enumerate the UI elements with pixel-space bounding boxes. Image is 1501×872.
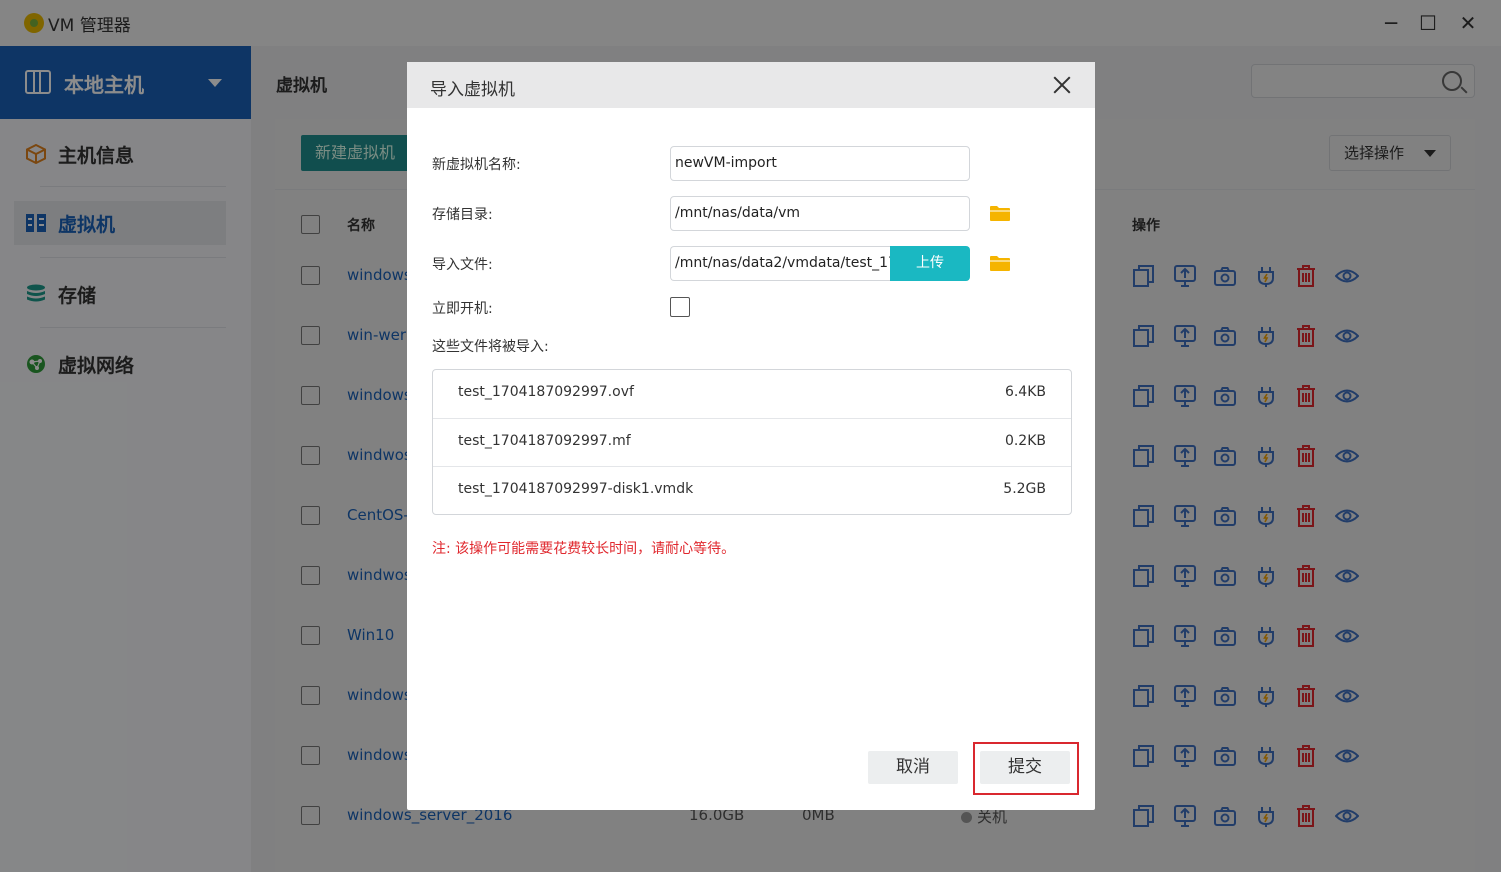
vm-name-input[interactable]: newVM-import [670, 146, 970, 181]
list-item: test_1704187092997.ovf 6.4KB [433, 370, 1071, 418]
warning-note: 注: 该操作可能需要花费较长时间，请耐心等待。 [432, 541, 736, 557]
file-size: 0.2KB [1004, 433, 1046, 449]
autostart-checkbox[interactable] [670, 297, 690, 317]
vm-name-label: 新虚拟机名称: [432, 157, 521, 173]
list-item: test_1704187092997.mf 0.2KB [433, 418, 1071, 466]
autostart-label: 立即开机: [432, 301, 493, 317]
folder-icon[interactable] [990, 256, 1010, 271]
file-name: test_1704187092997.ovf [458, 384, 634, 400]
dialog-title: 导入虚拟机 [430, 80, 515, 100]
close-icon[interactable] [1051, 74, 1073, 96]
storage-dir-input[interactable]: /mnt/nas/data/vm [670, 196, 970, 231]
folder-icon[interactable] [990, 206, 1010, 221]
import-vm-dialog: 导入虚拟机 新虚拟机名称: newVM-import 存储目录: /mnt/na… [407, 62, 1095, 810]
files-to-import-label: 这些文件将被导入: [432, 339, 549, 355]
dialog-header: 导入虚拟机 [407, 62, 1095, 108]
file-name: test_1704187092997.mf [458, 433, 631, 449]
file-name: test_1704187092997-disk1.vmdk [458, 481, 694, 497]
highlight-box [973, 742, 1079, 795]
storage-dir-label: 存储目录: [432, 207, 493, 223]
file-size: 6.4KB [1004, 384, 1046, 400]
import-file-input[interactable]: /mnt/nas/data2/vmdata/test_1704 [670, 246, 892, 281]
file-size: 5.2GB [1003, 481, 1046, 497]
list-item: test_1704187092997-disk1.vmdk 5.2GB [433, 466, 1071, 514]
import-file-label: 导入文件: [432, 257, 493, 273]
upload-button[interactable]: 上传 [890, 246, 970, 281]
import-file-list: test_1704187092997.ovf 6.4KB test_170418… [432, 369, 1072, 515]
cancel-button[interactable]: 取消 [868, 751, 958, 784]
